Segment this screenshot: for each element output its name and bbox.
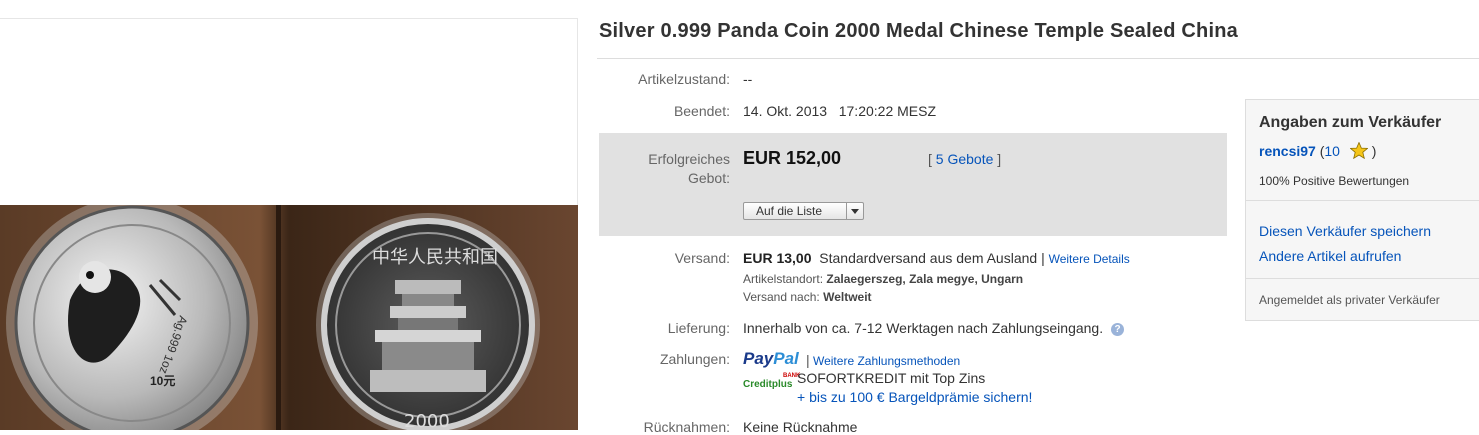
seller-name-link[interactable]: rencsi97	[1259, 143, 1316, 159]
delivery-text: Innerhalb von ca. 7-12 Werktagen nach Za…	[743, 320, 1104, 336]
shipping-value: EUR 13,00 Standardversand aus dem Auslan…	[743, 250, 1130, 266]
item-location-value: Zalaegerszeg, Zala megye, Ungarn	[826, 272, 1024, 286]
returns-label: Rücknahmen:	[643, 419, 730, 435]
image-viewer-top	[0, 18, 578, 205]
payment-separator: |	[806, 352, 810, 368]
seller-divider-1	[1246, 200, 1479, 201]
seller-info-panel: Angaben zum Verkäufer rencsi97 (10 ) 100…	[1245, 99, 1479, 321]
chevron-down-icon[interactable]	[851, 209, 859, 214]
credit-offer-text: SOFORTKREDIT mit Top Zins	[797, 370, 986, 386]
paypal-logo-part1: Pay	[743, 349, 774, 368]
seller-name-row: rencsi97 (10 )	[1259, 142, 1376, 159]
seller-feedback-score-link[interactable]: 10	[1324, 143, 1340, 159]
paypal-logo-part2: Pal	[773, 349, 799, 368]
winning-bid-price: EUR 152,00	[743, 148, 842, 168]
star-icon	[1349, 142, 1368, 159]
winning-bid-label: Erfolgreiches Gebot:	[600, 150, 730, 188]
ended-time: 17:20:22 MESZ	[838, 103, 937, 119]
seller-divider-2	[1246, 278, 1479, 279]
shipping-method: Standardversand aus dem Ausland |	[819, 250, 1045, 266]
title-divider	[597, 58, 1479, 59]
shipping-label: Versand:	[674, 250, 730, 266]
ships-to: Versand nach: Weltweit	[743, 290, 872, 304]
ended-date: 14. Okt. 2013	[743, 103, 828, 119]
payment-methods: | Weitere Zahlungsmethoden	[806, 352, 960, 368]
help-icon[interactable]: ?	[1111, 323, 1124, 336]
creditplus-logo-text: Creditplus	[743, 379, 793, 390]
item-location: Artikelstandort: Zalaegerszeg, Zala megy…	[743, 272, 1023, 286]
watchlist-button-separator	[846, 203, 847, 219]
left-coin-value: 10元	[150, 374, 175, 388]
add-to-watchlist-label: Auf die Liste	[756, 204, 823, 218]
ended-label: Beendet:	[673, 103, 730, 119]
payments-label: Zahlungen:	[659, 351, 730, 367]
other-items-link[interactable]: Andere Artikel aufrufen	[1259, 248, 1401, 264]
bid-count: [ 5 Gebote ]	[928, 151, 1001, 167]
creditplus-logo: Creditplus BANK	[743, 373, 800, 390]
bid-count-close: ]	[997, 151, 1002, 167]
seller-registration: Angemeldet als privater Verkäufer	[1259, 293, 1440, 307]
condition-label: Artikelzustand:	[638, 71, 730, 87]
shipping-price: EUR 13,00	[743, 250, 812, 266]
bid-count-open: [	[928, 151, 932, 167]
more-payment-methods-link[interactable]: Weitere Zahlungsmethoden	[813, 354, 960, 368]
add-to-watchlist-button[interactable]: Auf die Liste	[743, 202, 864, 220]
credit-offer-link[interactable]: + bis zu 100 € Bargeldprämie sichern!	[797, 389, 1032, 405]
item-photo[interactable]: 10元 Ag.999 1oz 中华人民共和国 2000	[0, 205, 578, 430]
seller-heading: Angaben zum Verkäufer	[1259, 114, 1442, 131]
returns-value: Keine Rücknahme	[743, 419, 858, 435]
coin-photo-graphic: 10元 Ag.999 1oz 中华人民共和国 2000	[0, 205, 578, 430]
right-coin-legend: 中华人民共和国	[372, 247, 498, 268]
paypal-logo: PayPal	[743, 349, 799, 369]
item-location-label: Artikelstandort:	[743, 272, 824, 286]
shipping-details-link[interactable]: Weitere Details	[1049, 252, 1130, 266]
seller-positive-feedback: 100% Positive Bewertungen	[1259, 174, 1410, 188]
right-coin-year: 2000	[404, 411, 450, 430]
item-title: Silver 0.999 Panda Coin 2000 Medal Chine…	[599, 20, 1238, 42]
ships-to-label: Versand nach:	[743, 290, 820, 304]
ships-to-value: Weltweit	[823, 290, 872, 304]
condition-value: --	[743, 71, 753, 87]
winning-bid-label-line2: Gebot:	[687, 170, 730, 186]
delivery-label: Lieferung:	[667, 320, 730, 336]
delivery-value: Innerhalb von ca. 7-12 Werktagen nach Za…	[743, 320, 1124, 336]
ended-value: 14. Okt. 2013 17:20:22 MESZ	[743, 103, 936, 119]
seller-score-close: )	[1371, 143, 1377, 159]
bid-history-link[interactable]: 5 Gebote	[936, 151, 994, 167]
save-seller-link[interactable]: Diesen Verkäufer speichern	[1259, 223, 1431, 239]
winning-bid-label-line1: Erfolgreiches	[648, 151, 730, 167]
